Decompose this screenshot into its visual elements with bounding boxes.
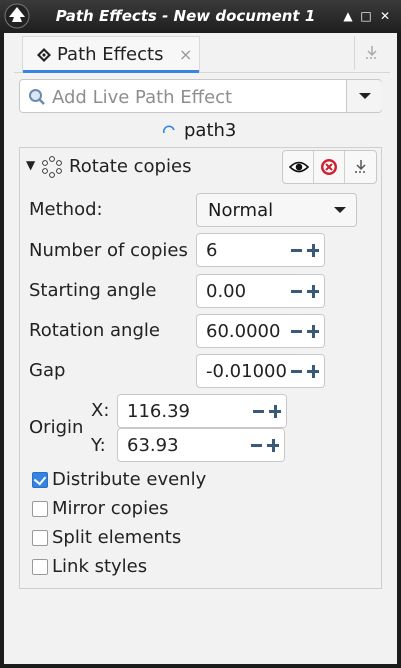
chevron-down-icon bbox=[359, 93, 371, 99]
increment-button[interactable] bbox=[266, 429, 283, 461]
effect-menu-button[interactable] bbox=[345, 151, 376, 183]
decrement-button[interactable] bbox=[289, 234, 306, 266]
decrement-button[interactable] bbox=[289, 275, 306, 307]
toggle-visibility-button[interactable] bbox=[283, 151, 314, 183]
tab-label: Path Effects bbox=[57, 44, 164, 65]
tab-path-effects[interactable]: Path Effects × bbox=[22, 36, 200, 73]
origin-y-spinbox[interactable]: 63.93 bbox=[117, 428, 285, 462]
add-effect-dropdown-button[interactable] bbox=[346, 80, 382, 112]
option-label: Link styles bbox=[52, 556, 148, 577]
path-effects-icon bbox=[37, 48, 51, 62]
checkbox-unchecked[interactable] bbox=[32, 559, 48, 575]
window-title: Path Effects - New document 1 bbox=[55, 7, 316, 25]
origin-y-label: Y: bbox=[91, 435, 106, 456]
dock-menu-icon bbox=[366, 46, 378, 59]
rotation-angle-label: Rotation angle bbox=[29, 320, 160, 341]
method-label: Method: bbox=[29, 199, 103, 220]
start-angle-spinbox[interactable]: 0.00 bbox=[196, 274, 325, 308]
expander-triangle-icon[interactable]: ▼ bbox=[26, 158, 35, 172]
rotate-copies-icon bbox=[42, 156, 62, 178]
tab-close-icon[interactable]: × bbox=[179, 45, 192, 64]
add-effect-combo[interactable] bbox=[19, 79, 382, 113]
dock-tabbar: Path Effects × bbox=[14, 36, 390, 73]
increment-button[interactable] bbox=[306, 275, 323, 307]
close-window-icon[interactable]: ✕ bbox=[377, 8, 393, 24]
gap-value[interactable]: -0.01000 bbox=[206, 361, 291, 382]
origin-label: Origin bbox=[29, 417, 84, 438]
checkbox-unchecked[interactable] bbox=[32, 530, 48, 546]
path-name: path3 bbox=[184, 120, 237, 141]
download-arrow-icon bbox=[355, 160, 367, 173]
dock-menu-button[interactable] bbox=[354, 36, 388, 70]
decrement-button[interactable] bbox=[249, 429, 266, 461]
start-angle-value[interactable]: 0.00 bbox=[206, 281, 291, 302]
increment-button[interactable] bbox=[306, 355, 323, 387]
origin-y-value[interactable]: 63.93 bbox=[127, 435, 247, 456]
tab-active-indicator bbox=[23, 70, 199, 73]
num-copies-spinbox[interactable]: 6 bbox=[196, 233, 325, 267]
checkbox-checked[interactable] bbox=[32, 472, 48, 488]
start-angle-label: Starting angle bbox=[29, 280, 157, 301]
spinner-icon bbox=[162, 125, 175, 134]
gap-spinbox[interactable]: -0.01000 bbox=[196, 354, 325, 388]
eye-icon bbox=[289, 161, 309, 173]
inkscape-app-icon[interactable] bbox=[4, 3, 30, 29]
origin-x-value[interactable]: 116.39 bbox=[127, 401, 247, 422]
window-titlebar[interactable]: Path Effects - New document 1 ▲ □ ✕ bbox=[0, 0, 401, 33]
decrement-button[interactable] bbox=[289, 315, 306, 347]
rotation-angle-value[interactable]: 60.0000 bbox=[206, 321, 291, 342]
add-effect-input[interactable] bbox=[50, 85, 340, 109]
effect-title: Rotate copies bbox=[69, 156, 192, 177]
delete-effect-button[interactable] bbox=[314, 151, 345, 183]
option-label: Mirror copies bbox=[52, 498, 169, 519]
decrement-button[interactable] bbox=[289, 355, 306, 387]
origin-x-spinbox[interactable]: 116.39 bbox=[117, 394, 287, 428]
chevron-down-icon bbox=[334, 207, 346, 213]
decrement-button[interactable] bbox=[251, 395, 268, 427]
maximize-up-icon[interactable]: ▲ bbox=[340, 8, 356, 24]
increment-button[interactable] bbox=[306, 234, 323, 266]
increment-button[interactable] bbox=[306, 315, 323, 347]
increment-button[interactable] bbox=[268, 395, 285, 427]
rotation-angle-spinbox[interactable]: 60.0000 bbox=[196, 314, 325, 348]
method-value: Normal bbox=[208, 200, 274, 221]
option-label: Split elements bbox=[52, 527, 182, 548]
method-select[interactable]: Normal bbox=[196, 193, 357, 227]
origin-x-label: X: bbox=[91, 400, 110, 421]
effect-actions bbox=[282, 150, 377, 184]
num-copies-value[interactable]: 6 bbox=[206, 240, 291, 261]
checkbox-unchecked[interactable] bbox=[32, 501, 48, 517]
checkmark-icon bbox=[33, 472, 47, 486]
option-label: Distribute evenly bbox=[52, 469, 207, 490]
gap-label: Gap bbox=[29, 360, 66, 381]
search-icon bbox=[29, 89, 45, 105]
restore-icon[interactable]: □ bbox=[358, 8, 374, 24]
delete-circle-icon bbox=[321, 159, 337, 175]
num-copies-label: Number of copies bbox=[29, 240, 188, 261]
